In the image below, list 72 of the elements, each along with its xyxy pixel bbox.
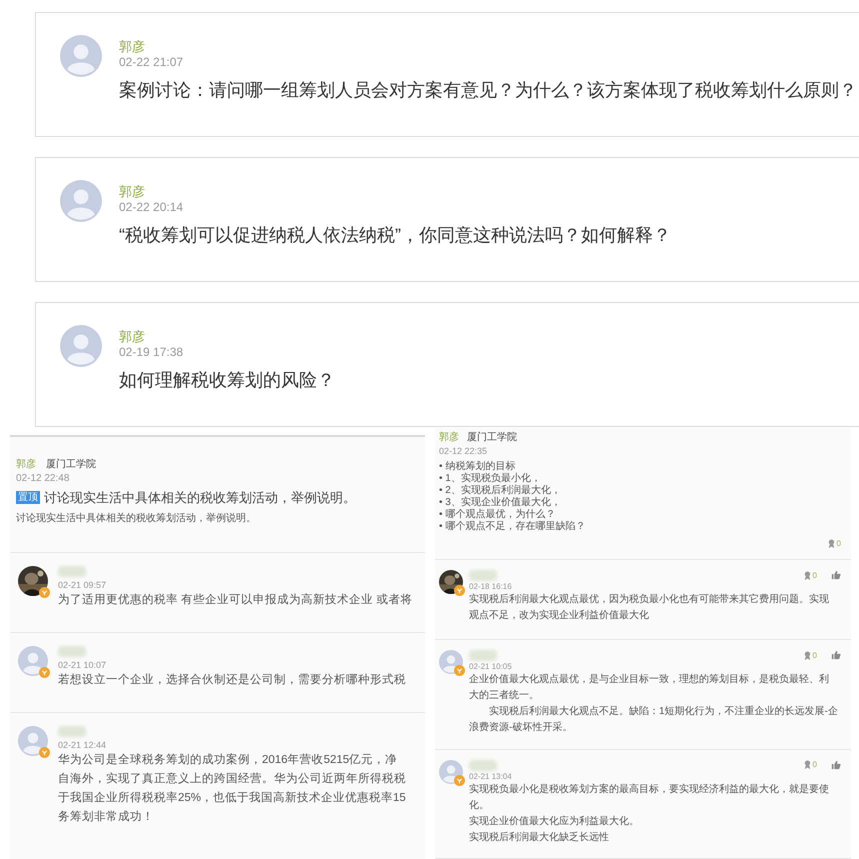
avatar-icon bbox=[18, 726, 48, 756]
comment-time: 02-21 12:44 bbox=[58, 739, 108, 751]
comment-text: 为了适用更优惠的税率 有些企业可以申报成为高新技术企业 或者将 bbox=[58, 592, 412, 608]
comment-text: 若想设立一个企业，选择合伙制还是公司制，需要分析哪种形式税 bbox=[58, 672, 406, 688]
avatar-icon bbox=[60, 35, 102, 77]
badge-icon bbox=[39, 747, 50, 758]
post-time: 02-22 20:14 bbox=[119, 200, 184, 215]
medal-icon[interactable] bbox=[802, 760, 812, 769]
blurred-name bbox=[469, 650, 497, 661]
badge-icon bbox=[454, 665, 465, 676]
post-time: 02-19 17:38 bbox=[119, 345, 184, 360]
avatar-icon bbox=[18, 646, 48, 676]
post-item: • 3、实现企业价值最大化， bbox=[439, 497, 562, 508]
comment-text: 大的三者统一。 bbox=[469, 688, 540, 703]
badge-icon bbox=[39, 667, 50, 678]
comment-text: 实现税后利润最大化观点不足。缺陷：1短期化行为，不注重企业的长远发展-企 bbox=[488, 704, 839, 719]
post-item: • 1、实现税负最小化， bbox=[439, 473, 542, 484]
post-item: • 哪个观点不足，存在哪里缺陷？ bbox=[439, 521, 586, 533]
question-text[interactable]: 如何理解税收筹划的风险？ bbox=[119, 368, 335, 392]
post-time: 02-12 22:35 bbox=[439, 445, 488, 457]
medal-count: 0 bbox=[812, 572, 817, 580]
question-card[interactable]: 郭彦 02-19 17:38 如何理解税收筹划的风险？ bbox=[35, 302, 859, 427]
medal-count: 0 bbox=[812, 652, 817, 660]
comment-text: 浪费资源-破坏性开采。 bbox=[469, 720, 574, 735]
post-title[interactable]: 讨论现实生活中具体相关的税收筹划活动，举例说明。 bbox=[44, 488, 356, 508]
medal-count: 0 bbox=[836, 540, 841, 548]
comment-time: 02-21 10:07 bbox=[58, 659, 108, 671]
blurred-name bbox=[469, 570, 497, 582]
post-item: • 2、实现税后利润最大化， bbox=[439, 485, 562, 496]
post-time: 02-12 22:48 bbox=[16, 472, 70, 485]
blurred-name bbox=[58, 566, 86, 577]
comment-text: 观点不足，改为实现企业利益价值最大化 bbox=[469, 608, 650, 624]
comment-text: 于我国企业所得税税率25%，也低于我国高新技术企业优惠税率15 bbox=[58, 790, 406, 806]
question-card[interactable]: 郭彦 02-22 20:14 “税收筹划可以促进纳税人依法纳税”，你同意这种说法吗？如何解释？ bbox=[35, 157, 859, 282]
comment-text: 实现税后利润最大化观点最优，因为税负最小化也有可能带来其它费用问题。实现 bbox=[469, 592, 830, 608]
comment-time: 02-21 13:04 bbox=[469, 770, 513, 782]
thumbs-up-icon[interactable] bbox=[831, 650, 841, 660]
blurred-name bbox=[58, 646, 86, 657]
badge-icon bbox=[39, 587, 50, 598]
comment-time: 02-21 10:05 bbox=[469, 661, 513, 672]
post-item: • 哪个观点最优，为什么？ bbox=[439, 509, 556, 520]
pinned-badge: 置顶 bbox=[16, 491, 40, 504]
school-name: 厦门工学院 bbox=[46, 458, 96, 472]
question-text[interactable]: “税收筹划可以促进纳税人依法纳税”，你同意这种说法吗？如何解释？ bbox=[119, 223, 671, 247]
medal-icon[interactable] bbox=[802, 570, 812, 580]
post-item: • 纳税筹划的目标 bbox=[439, 461, 516, 472]
comment-text: 自海外，实现了真正意义上的跨国经营。华为公司近两年所得税税 bbox=[58, 771, 406, 787]
badge-icon bbox=[454, 774, 465, 786]
blurred-name bbox=[58, 726, 86, 737]
medal-icon[interactable] bbox=[802, 650, 812, 660]
medal-count: 0 bbox=[812, 761, 817, 769]
school-name: 厦门工学院 bbox=[467, 430, 517, 445]
thumbs-up-icon[interactable] bbox=[831, 760, 841, 770]
comment-time: 02-21 09:57 bbox=[58, 579, 108, 591]
comment-text: 务筹划非常成功！ bbox=[58, 810, 155, 825]
post-body: 讨论现实生活中具体相关的税收筹划活动，举例说明。 bbox=[16, 512, 257, 526]
comment-text: 实现企业价值最大化应为利益最大化。 bbox=[469, 814, 640, 828]
thumbs-up-icon[interactable] bbox=[831, 570, 841, 580]
blurred-name bbox=[469, 760, 497, 770]
avatar-icon bbox=[60, 180, 102, 222]
avatar-icon bbox=[60, 325, 102, 367]
question-card[interactable]: 郭彦 02-22 21:07 案例讨论：请问哪一组筹划人员会对方案有意见？为什么？该方案体现了税收筹划什么原则？ bbox=[35, 12, 859, 137]
comment-text: 实现税后利润最大化缺乏长远性 bbox=[469, 830, 610, 844]
question-text[interactable]: 案例讨论：请问哪一组筹划人员会对方案有意见？为什么？该方案体现了税收筹划什么原则？ bbox=[119, 78, 857, 102]
post-time: 02-22 21:07 bbox=[119, 55, 184, 70]
comment-text: 企业价值最大化观点最优，是与企业目标一致，理想的筹划目标，是税负最轻、利 bbox=[469, 672, 830, 687]
comment-text: 实现税负最小化是税收筹划方案的最高目标，要实现经济利益的最大化，就是要使 bbox=[469, 782, 830, 796]
medal-icon[interactable] bbox=[826, 539, 836, 548]
comment-text: 华为公司是全球税务筹划的成功案例，2016年营收5215亿元，净 bbox=[58, 752, 398, 768]
comment-text: 化。 bbox=[469, 798, 490, 812]
badge-icon bbox=[454, 585, 465, 596]
comment-time: 02-18 16:16 bbox=[469, 581, 513, 592]
